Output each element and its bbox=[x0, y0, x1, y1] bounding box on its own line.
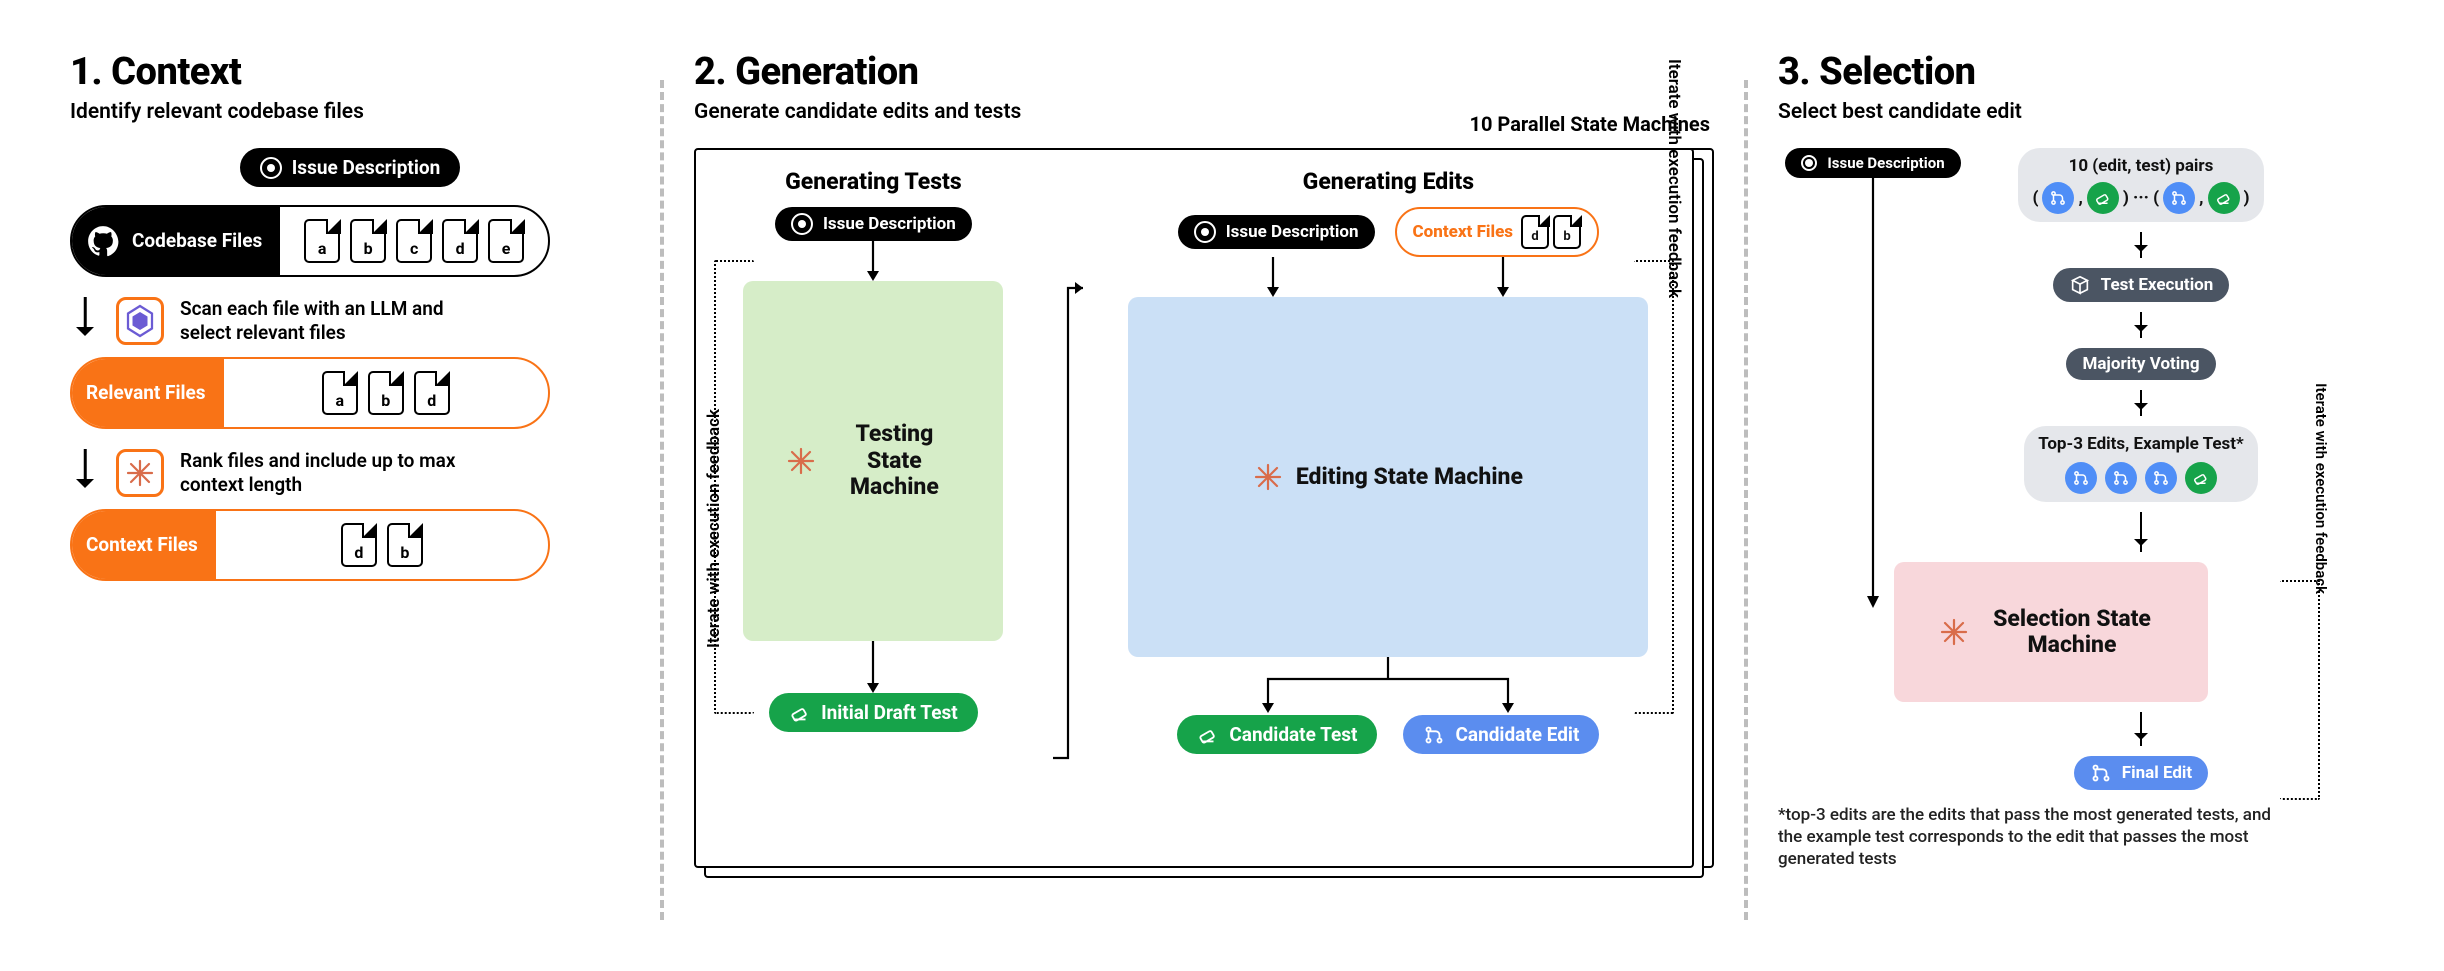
relevant-files-list: abd bbox=[224, 371, 548, 415]
majority-voting-pill: Majority Voting bbox=[2066, 348, 2215, 380]
issue-pill-edits: Issue Description bbox=[1178, 215, 1375, 249]
issue-pill-selection: Issue Description bbox=[1785, 148, 1960, 178]
context-title: 1. Context bbox=[70, 50, 630, 94]
selection-column: 3. Selection Select best candidate edit … bbox=[1778, 50, 2298, 921]
context-files-chip: Context Files db bbox=[1395, 207, 1600, 257]
relevant-files-pill: Relevant Files abd bbox=[70, 357, 550, 429]
file-icon: b bbox=[1553, 215, 1581, 249]
long-arrow-down bbox=[1863, 178, 1883, 608]
llm-icon bbox=[116, 297, 164, 345]
file-icon: d bbox=[414, 371, 450, 415]
testing-state-machine: Testing State Machine bbox=[743, 281, 1003, 641]
candidate-edit-pill: Candidate Edit bbox=[1403, 715, 1599, 754]
arrow-down-icon bbox=[2140, 712, 2142, 746]
feedback-loop-right bbox=[1634, 260, 1674, 714]
file-icon: b bbox=[350, 219, 386, 263]
target-icon bbox=[260, 157, 282, 179]
arrow-down-icon bbox=[1493, 257, 1513, 297]
file-icon: a bbox=[322, 371, 358, 415]
connector bbox=[1053, 168, 1083, 768]
codebase-files-list: abcde bbox=[280, 219, 548, 263]
issue-pill-tests: Issue Description bbox=[775, 207, 972, 241]
github-icon bbox=[86, 224, 120, 258]
eraser-icon bbox=[1197, 724, 1219, 746]
iterate-label-right: Iterate with execution feedback bbox=[1664, 59, 1684, 298]
arrow-down-icon bbox=[70, 297, 100, 345]
pr-icon bbox=[2065, 462, 2097, 494]
arrow-down-icon bbox=[2140, 232, 2142, 258]
feedback-loop-selection bbox=[2280, 580, 2320, 800]
file-icon: b bbox=[368, 371, 404, 415]
selection-title: 3. Selection bbox=[1778, 50, 2298, 94]
arrow-down-icon bbox=[2140, 312, 2142, 338]
cube-icon bbox=[2069, 274, 2091, 296]
context-subtitle: Identify relevant codebase files bbox=[70, 100, 630, 124]
target-icon bbox=[1194, 221, 1216, 243]
file-icon: a bbox=[304, 219, 340, 263]
selection-state-machine: Selection State Machine bbox=[1894, 562, 2208, 702]
pr-icon bbox=[2105, 462, 2137, 494]
generation-title: 2. Generation bbox=[694, 50, 1714, 94]
context-files-list: db bbox=[216, 523, 548, 567]
editing-state-machine: Editing State Machine bbox=[1128, 297, 1648, 657]
target-icon bbox=[1801, 155, 1817, 171]
iterate-label-selection: Iterate with execution feedback bbox=[2312, 383, 2330, 594]
eraser-icon bbox=[2208, 182, 2240, 214]
pairs-pill: 10 (edit, test) pairs (, ) ··· (, ) bbox=[2018, 148, 2263, 222]
split-arrow bbox=[1218, 657, 1558, 715]
file-icon: c bbox=[396, 219, 432, 263]
generating-edits-heading: Generating Edits bbox=[1303, 168, 1474, 195]
file-icon: d bbox=[341, 523, 377, 567]
context-column: 1. Context Identify relevant codebase fi… bbox=[70, 50, 630, 921]
arrow-down-icon bbox=[863, 241, 883, 281]
codebase-files-pill: Codebase Files abcde bbox=[70, 205, 550, 277]
generating-tests-heading: Generating Tests bbox=[785, 168, 962, 195]
issue-description-pill: Issue Description bbox=[240, 148, 460, 187]
file-icon: d bbox=[1521, 215, 1549, 249]
arrow-down-icon bbox=[2140, 390, 2142, 416]
separator bbox=[660, 80, 664, 920]
iterate-label-left: Iterate with execution feedback bbox=[704, 409, 724, 648]
eraser-icon bbox=[2185, 462, 2217, 494]
arrow-down-icon bbox=[70, 449, 100, 497]
pr-icon bbox=[1423, 724, 1445, 746]
footnote: *top-3 edits are the edits that pass the… bbox=[1778, 804, 2298, 870]
target-icon bbox=[791, 213, 813, 235]
file-icon: b bbox=[387, 523, 423, 567]
initial-draft-test-pill: Initial Draft Test bbox=[769, 693, 978, 732]
arrow-down-icon bbox=[2140, 512, 2142, 552]
pr-icon bbox=[2145, 462, 2177, 494]
asterisk-icon bbox=[116, 449, 164, 497]
arrow-down-icon bbox=[863, 641, 883, 693]
final-edit-pill: Final Edit bbox=[2074, 756, 2208, 790]
eraser-icon bbox=[2087, 182, 2119, 214]
separator bbox=[1744, 80, 1748, 920]
rank-helper: Rank files and include up to max context… bbox=[180, 449, 470, 497]
scan-helper: Scan each file with an LLM and select re… bbox=[180, 297, 470, 345]
top3-pill: Top-3 Edits, Example Test* bbox=[2024, 426, 2258, 502]
pr-icon bbox=[2042, 182, 2074, 214]
pr-icon bbox=[2090, 762, 2112, 784]
file-icon: d bbox=[442, 219, 478, 263]
file-icon: e bbox=[488, 219, 524, 263]
test-execution-pill: Test Execution bbox=[2053, 268, 2230, 302]
selection-subtitle: Select best candidate edit bbox=[1778, 100, 2298, 124]
context-files-pill: Context Files db bbox=[70, 509, 550, 581]
state-machine-panel: Generating Tests Issue Description Testi… bbox=[694, 148, 1694, 868]
candidate-test-pill: Candidate Test bbox=[1177, 715, 1377, 754]
eraser-icon bbox=[789, 702, 811, 724]
pr-icon bbox=[2163, 182, 2195, 214]
generation-column: 2. Generation Generate candidate edits a… bbox=[694, 50, 1714, 921]
arrow-down-icon bbox=[1263, 257, 1283, 297]
